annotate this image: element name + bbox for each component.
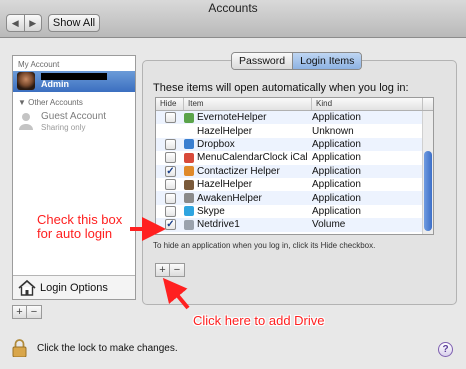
hide-checkbox[interactable] (165, 152, 176, 164)
item-kind: Unknown (312, 125, 354, 137)
table-row[interactable]: Dropbox Application (156, 137, 433, 152)
help-button[interactable]: ? (438, 342, 453, 357)
show-all-button[interactable]: Show All (48, 14, 100, 32)
item-name: Dropbox (197, 138, 235, 150)
home-icon (18, 279, 36, 296)
login-items-table: Hide Item Kind EvernoteHelper Application… (155, 97, 434, 235)
column-hide[interactable]: Hide (156, 98, 184, 110)
awaken-icon (184, 193, 194, 204)
remove-account-button[interactable]: − (27, 305, 42, 319)
evernote-icon (184, 112, 194, 123)
annotation-check-box: Check this box for auto login (37, 213, 122, 241)
avatar (17, 72, 35, 90)
item-name: MenuCalendarClock iCal (197, 152, 308, 164)
blank-icon (184, 126, 194, 136)
table-row[interactable]: ✓ Contactizer Helper Application (156, 164, 433, 178)
lock-icon[interactable] (12, 339, 27, 357)
admin-label: Admin (41, 79, 69, 89)
login-item-add-remove: + − (155, 263, 185, 277)
annotation-add-drive: Click here to add Drive (193, 313, 325, 328)
table-scrollbar[interactable] (422, 111, 433, 234)
drive-icon (184, 219, 194, 230)
forward-button[interactable]: ▶ (23, 15, 42, 31)
account-add-remove: + − (12, 305, 42, 319)
item-name: HazelHelper (197, 179, 253, 191)
guest-sharing-status: Sharing only (41, 123, 86, 132)
sidebar-item-admin[interactable]: Admin (13, 71, 135, 92)
item-kind: Application (312, 165, 361, 177)
calendar-icon (184, 152, 194, 163)
tab-login-items[interactable]: Login Items (292, 53, 362, 69)
add-account-button[interactable]: + (12, 305, 27, 319)
scrollbar-thumb[interactable] (424, 151, 432, 231)
item-name: Skype (197, 205, 225, 217)
tab-password[interactable]: Password (232, 53, 293, 69)
add-login-item-button[interactable]: + (155, 263, 170, 277)
lock-message: Click the lock to make changes. (37, 343, 178, 354)
other-accounts-header[interactable]: ▼ Other Accounts (18, 98, 83, 107)
table-row[interactable]: HazelHelper Application (156, 178, 433, 191)
window-titlebar: Accounts ◀ ▶ Show All (0, 0, 466, 38)
remove-login-item-button[interactable]: − (170, 263, 185, 277)
table-row[interactable]: MenuCalendarClock iCal Application (156, 151, 433, 164)
item-name: Contactizer Helper (197, 165, 280, 177)
hide-checkbox[interactable] (165, 138, 176, 150)
back-forward-buttons: ◀ ▶ (6, 14, 42, 32)
login-options-label: Login Options (40, 282, 108, 294)
column-item[interactable]: Item (184, 98, 312, 110)
item-name: HazelHelper (197, 125, 253, 137)
hazel-icon (184, 179, 194, 190)
hide-checkbox[interactable] (165, 179, 176, 191)
table-header: Hide Item Kind (156, 98, 433, 111)
login-items-intro: These items will open automatically when… (153, 82, 409, 94)
item-kind: Application (312, 205, 361, 217)
guest-user-icon (19, 113, 33, 130)
item-name: AwakenHelper (197, 192, 262, 204)
hide-hint: To hide an application when you log in, … (153, 241, 376, 250)
item-kind: Volume (312, 219, 346, 231)
table-row[interactable]: ✓ Netdrive1 Volume (156, 218, 433, 232)
column-kind[interactable]: Kind (312, 98, 423, 110)
item-name: EvernoteHelper (197, 112, 267, 124)
hide-checkbox[interactable] (165, 112, 176, 124)
table-row[interactable]: Skype Application (156, 205, 433, 218)
accounts-sidebar: My Account Admin ▼ Other Accounts Guest … (12, 55, 136, 300)
table-body: EvernoteHelper Application HazelHelper Unkn… (156, 111, 433, 232)
my-account-header: My Account (18, 60, 60, 69)
contactizer-icon (184, 166, 194, 177)
tab-bar: Password Login Items (231, 52, 363, 70)
hide-checkbox[interactable]: ✓ (165, 219, 176, 231)
hide-checkbox[interactable]: ✓ (165, 165, 176, 177)
hide-checkbox[interactable] (165, 192, 176, 204)
login-options-button[interactable]: Login Options (13, 275, 135, 299)
item-kind: Application (312, 179, 361, 191)
annotation-line-1: Check this box (37, 212, 123, 227)
sidebar-item-guest[interactable]: Guest Account (41, 111, 106, 122)
table-row[interactable]: AwakenHelper Application (156, 191, 433, 205)
item-kind: Application (312, 112, 361, 124)
item-name: Netdrive1 (197, 219, 240, 231)
skype-icon (184, 206, 194, 217)
dropbox-icon (184, 139, 194, 150)
item-kind: Application (312, 192, 361, 204)
table-row[interactable]: HazelHelper Unknown (156, 124, 433, 137)
annotation-line-2: for auto login (37, 226, 113, 241)
hide-checkbox[interactable] (165, 205, 176, 217)
table-row[interactable]: EvernoteHelper Application (156, 111, 433, 125)
back-button[interactable]: ◀ (7, 15, 24, 31)
login-items-pane: These items will open automatically when… (142, 60, 457, 305)
item-kind: Application (312, 138, 361, 150)
window-title: Accounts (208, 1, 258, 15)
item-kind: Application (312, 152, 361, 164)
